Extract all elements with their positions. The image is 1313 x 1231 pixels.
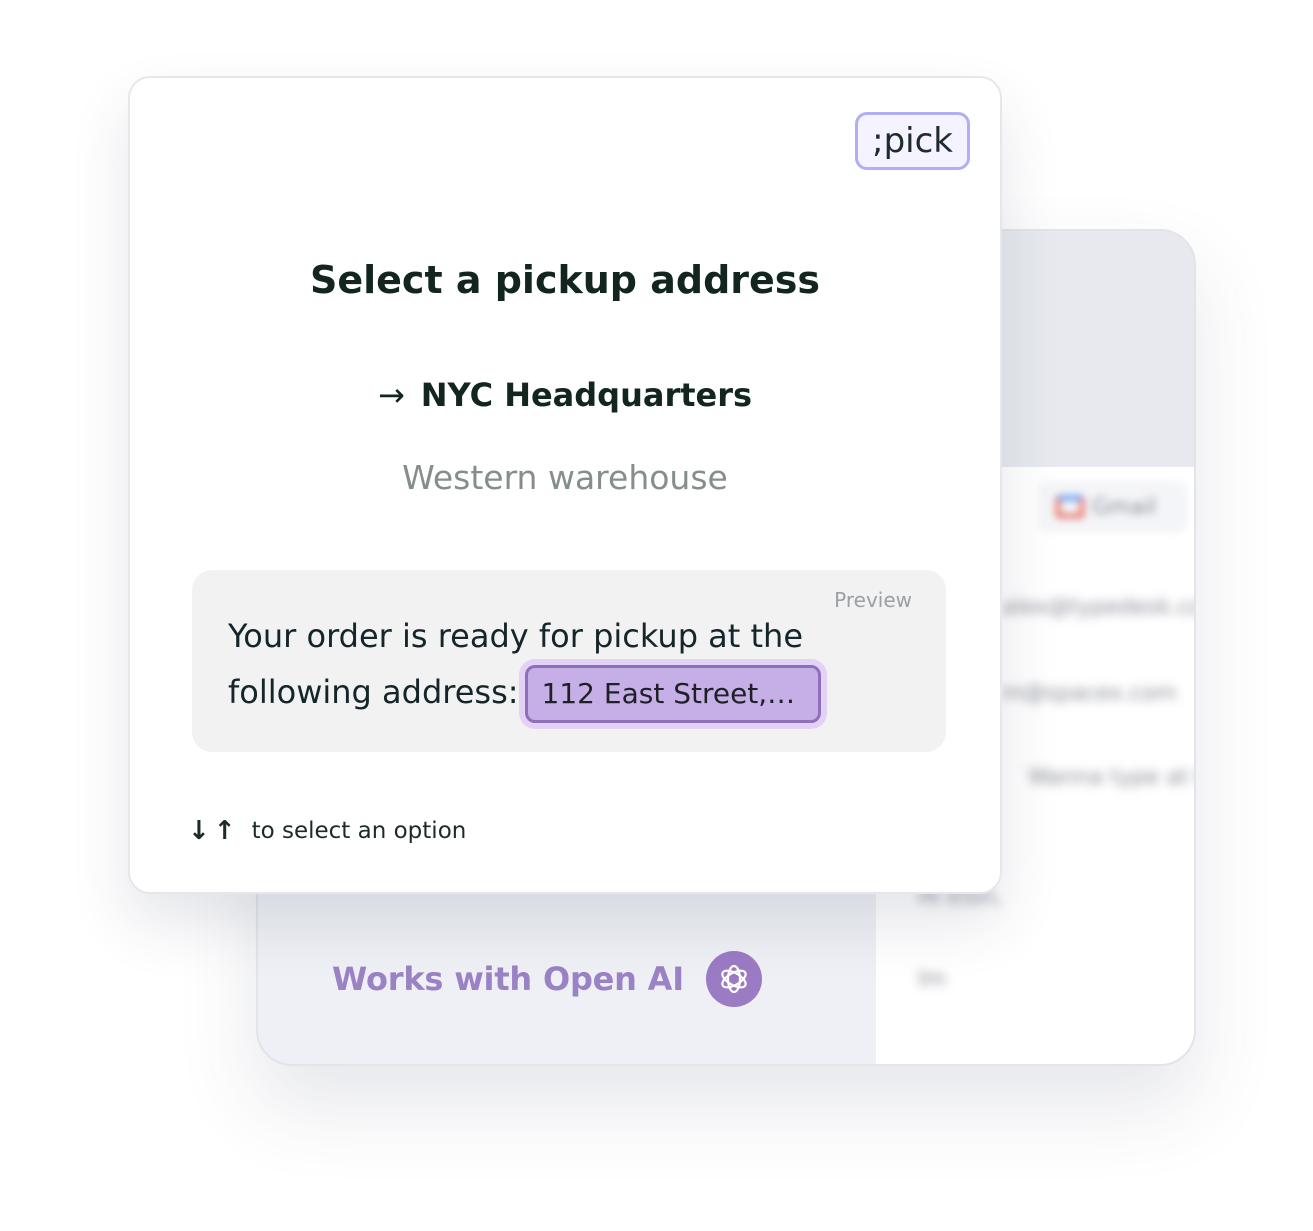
gmail-icon — [1056, 496, 1084, 518]
gmail-label: Gmail — [1092, 494, 1157, 520]
openai-icon — [705, 951, 762, 1007]
works-with-openai: Works with Open AI — [332, 951, 762, 1007]
address-picker-popup: ;pick Select a pickup address → NYC Headq… — [128, 76, 1002, 894]
picker-title: Select a pickup address — [309, 258, 821, 302]
pick-shortcut-tag[interactable]: ;pick — [855, 112, 970, 170]
works-with-text: Works with Open AI — [332, 960, 684, 998]
preview-box: Preview Your order is ready for pickup a… — [192, 570, 946, 752]
email-body-line: Im — [918, 967, 946, 992]
arrow-keys-icon: ↓↑ — [188, 816, 240, 846]
email-subject: Wanna type at t — [1028, 765, 1196, 790]
hint-text: to select an option — [251, 818, 467, 844]
option-label: NYC Headquarters — [420, 376, 753, 414]
arrow-right-icon: → — [377, 376, 405, 414]
option-western-warehouse[interactable]: Western warehouse — [130, 458, 1000, 497]
address-chip: 112 East Street, N... — [524, 665, 821, 723]
email-to: m@spacex.com — [1002, 681, 1177, 706]
email-from: alex@typedesk.co — [1002, 595, 1196, 620]
gmail-tab: Gmail — [1038, 481, 1188, 533]
preview-label: Preview — [834, 588, 912, 612]
preview-text: Your order is ready for pickup at the fo… — [228, 608, 838, 723]
option-nyc-headquarters[interactable]: → NYC Headquarters — [130, 376, 1000, 414]
keyboard-hint: ↓↑ to select an option — [188, 816, 466, 846]
